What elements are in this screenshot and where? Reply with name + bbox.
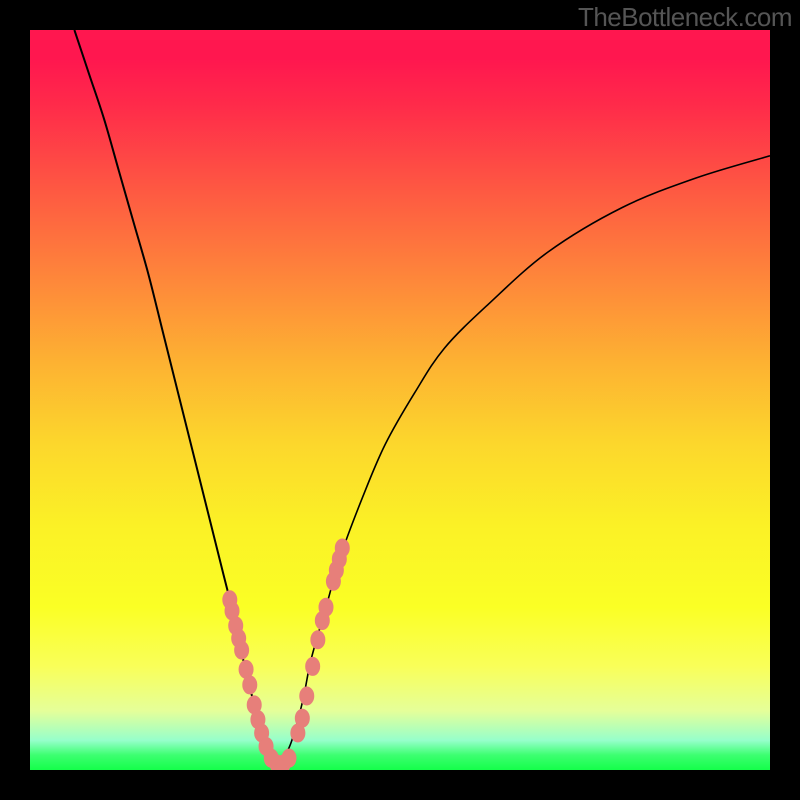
marker-bead (311, 631, 325, 649)
right-curve (278, 156, 770, 767)
chart-container: TheBottleneck.com (0, 0, 800, 800)
marker-bead (335, 539, 349, 557)
marker-bead (243, 676, 257, 694)
marker-bead (300, 687, 314, 705)
marker-bead (306, 657, 320, 675)
marker-bead (282, 749, 296, 767)
marker-bead (295, 709, 309, 727)
marker-group (223, 539, 349, 770)
attribution-label: TheBottleneck.com (578, 2, 792, 33)
curve-overlay (30, 30, 770, 770)
marker-bead (319, 598, 333, 616)
plot-area (30, 30, 770, 770)
marker-bead (235, 641, 249, 659)
